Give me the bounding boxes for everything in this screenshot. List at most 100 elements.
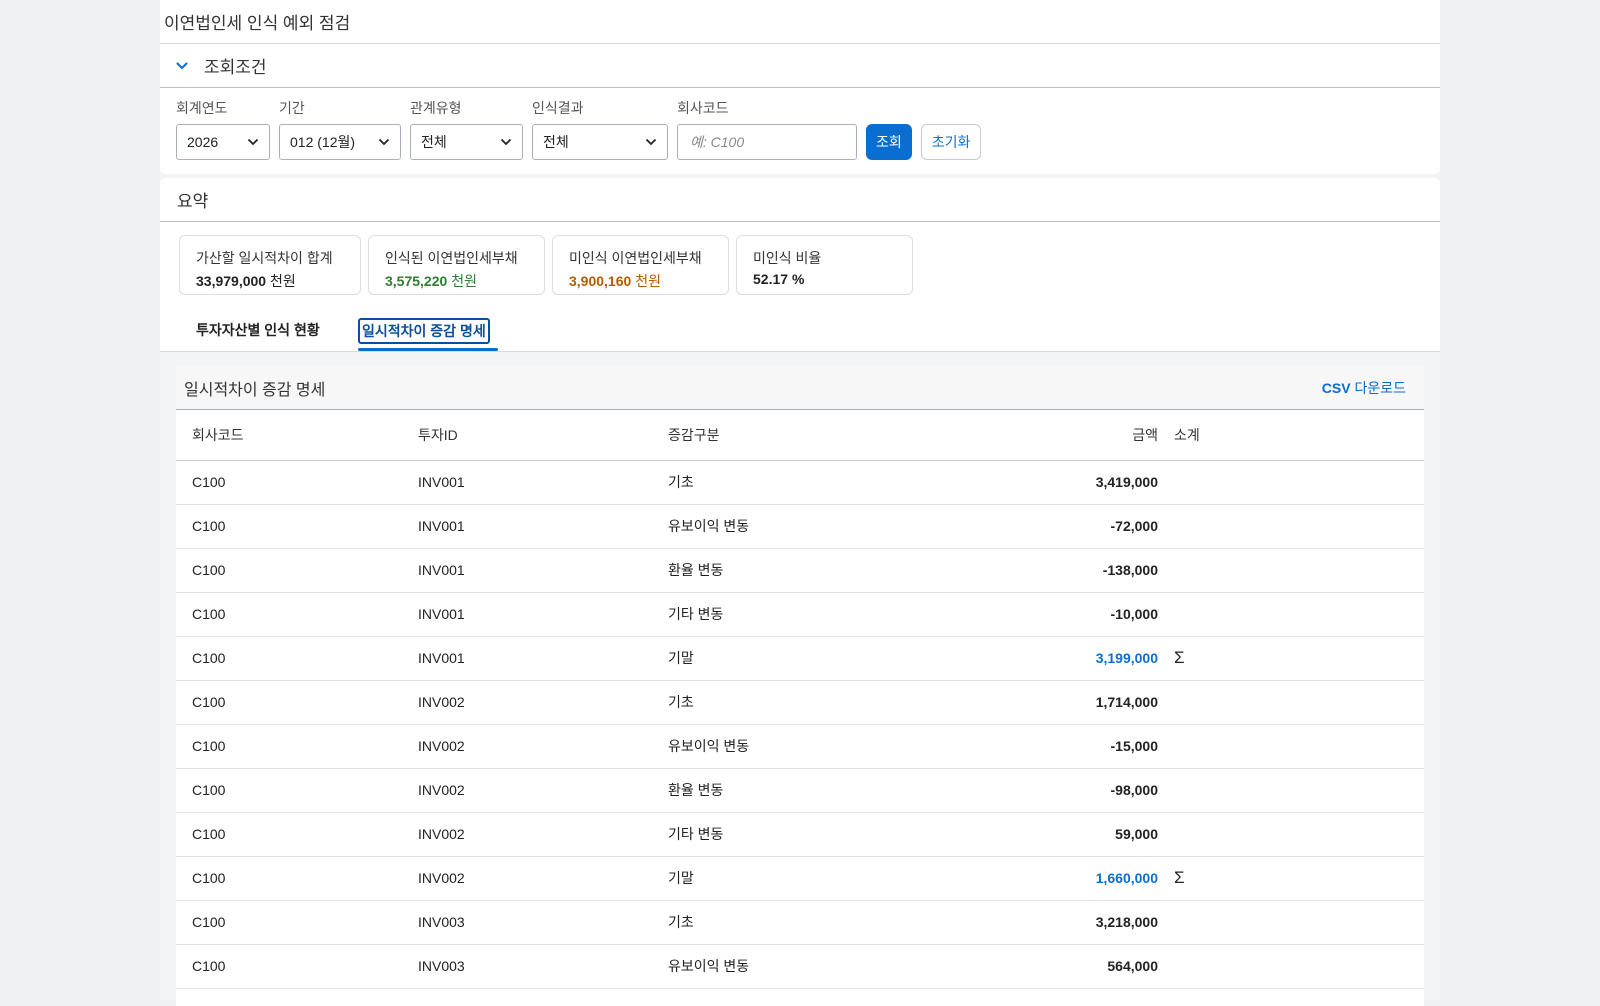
cell-amount: 1,714,000: [918, 680, 1158, 725]
kpi-card-recognized-liability: 인식된 이연법인세부채 3,575,220 천원: [368, 235, 545, 295]
cell-subtotal: [1158, 944, 1424, 989]
col-investment-id[interactable]: 투자ID: [418, 410, 668, 461]
tab-temp-diff-detail[interactable]: 일시적차이 증감 명세: [358, 318, 490, 344]
sigma-icon: Σ: [1174, 868, 1185, 887]
table-title: 일시적차이 증감 명세: [184, 381, 326, 399]
cell-change-type: 기말: [668, 636, 918, 681]
cell-subtotal: [1158, 504, 1424, 549]
table-row[interactable]: C100 INV002 기말 1,660,000 Σ: [176, 856, 1424, 901]
cell-investment-id: INV001: [418, 460, 668, 505]
tab-investment-status[interactable]: 투자자산별 인식 현황: [196, 320, 320, 340]
filters-panel-label: 조회조건: [204, 58, 267, 77]
cell-change-type: 기초: [668, 680, 918, 725]
cell-amount: -138,000: [918, 548, 1158, 593]
table-row[interactable]: C100 INV003 유보이익 변동 564,000: [176, 944, 1424, 989]
kpi-value: 3,900,160: [569, 273, 632, 289]
chevron-down-icon[interactable]: [176, 60, 188, 72]
relation-label: 관계유형: [410, 100, 462, 116]
cell-company: C100: [176, 680, 418, 725]
kpi-value-line: 33,979,000 천원: [196, 271, 344, 291]
cell-change-type: 기말: [668, 856, 918, 901]
cell-company: C100: [176, 548, 418, 593]
company-code-input[interactable]: 예: C100: [677, 124, 857, 160]
table-row[interactable]: C100 INV001 기말 3,199,000 Σ: [176, 636, 1424, 681]
kpi-value: 3,575,220: [385, 273, 448, 289]
cell-company: C100: [176, 724, 418, 769]
cell-investment-id: INV001: [418, 592, 668, 637]
table-row[interactable]: C100 INV001 환율 변동 -138,000: [176, 548, 1424, 593]
filter-bar: 회계연도 2026 기간 012 (12월) 관계유형 전체 인식결과 전체 회…: [160, 88, 1440, 174]
col-subtotal[interactable]: 소계: [1158, 410, 1424, 461]
cell-amount: 3,218,000: [918, 900, 1158, 945]
cell-change-type: 기초: [668, 460, 918, 505]
table-row[interactable]: C100 INV002 환율 변동 -98,000: [176, 768, 1424, 813]
kpi-value: 52.17: [753, 271, 789, 287]
table-row[interactable]: C100 INV001 기타 변동 -10,000: [176, 592, 1424, 637]
cell-company: C100: [176, 504, 418, 549]
cell-change-type: 기타 변동: [668, 812, 918, 857]
cell-investment-id: INV003: [418, 900, 668, 945]
relation-select[interactable]: 전체: [410, 124, 523, 160]
kpi-value-line: 3,900,160 천원: [569, 271, 712, 291]
cell-change-type: 유보이익 변동: [668, 724, 918, 769]
cell-change-type: 유보이익 변동: [668, 944, 918, 989]
period-value: 012 (12월): [290, 134, 356, 150]
filters-panel-header[interactable]: 조회조건: [160, 44, 1440, 88]
period-label: 기간: [279, 100, 305, 116]
year-select[interactable]: 2026: [176, 124, 270, 160]
kpi-unit: 천원: [269, 273, 296, 289]
result-filter: 인식결과 전체: [532, 98, 668, 160]
kpi-unit: 천원: [635, 273, 661, 289]
period-filter: 기간 012 (12월): [279, 98, 401, 160]
cell-amount: 564,000: [918, 944, 1158, 989]
cell-amount: 3,199,000: [918, 636, 1158, 681]
cell-investment-id: INV001: [418, 636, 668, 681]
cell-subtotal: [1158, 460, 1424, 505]
cell-investment-id: INV002: [418, 856, 668, 901]
cell-change-type: 기초: [668, 900, 918, 945]
period-select[interactable]: 012 (12월): [279, 124, 401, 160]
cell-change-type: 환율 변동: [668, 548, 918, 593]
cell-subtotal: [1158, 900, 1424, 945]
table-row[interactable]: C100 INV001 기초 3,419,000: [176, 460, 1424, 505]
cell-amount: -10,000: [918, 592, 1158, 637]
kpi-title: 인식된 이연법인세부채: [385, 250, 518, 266]
col-amount[interactable]: 금액: [918, 410, 1158, 461]
table-toolbar: 일시적차이 증감 명세 CSV 다운로드: [176, 366, 1424, 410]
cell-subtotal: Σ: [1158, 856, 1424, 901]
reset-button[interactable]: 초기화: [920, 124, 982, 160]
kpi-title: 가산할 일시적차이 합계: [196, 250, 333, 266]
table-row[interactable]: C100 INV003 기초 3,218,000: [176, 900, 1424, 945]
kpi-value-line: 52.17 %: [753, 271, 896, 287]
summary-cards: 가산할 일시적차이 합계 33,979,000 천원 인식된 이연법인세부채 3…: [160, 222, 1440, 308]
table-row[interactable]: C100 INV002 유보이익 변동 -15,000: [176, 724, 1424, 769]
cell-subtotal: [1158, 592, 1424, 637]
col-company[interactable]: 회사코드: [176, 410, 418, 461]
cell-amount: 3,419,000: [918, 460, 1158, 505]
search-button[interactable]: 조회: [866, 124, 912, 160]
cell-company: C100: [176, 812, 418, 857]
csv-suffix: 다운로드: [1354, 379, 1406, 396]
cell-company: C100: [176, 768, 418, 813]
result-value: 전체: [543, 134, 569, 150]
csv-download-link[interactable]: CSV 다운로드: [1322, 378, 1406, 398]
relation-value: 전체: [421, 134, 447, 150]
table-row[interactable]: C100 INV002 기타 변동 59,000: [176, 812, 1424, 857]
table-body: C100 INV001 기초 3,419,000 C100 INV001 유보이익 변동 -7…: [176, 460, 1424, 989]
page-title: 이연법인세 인식 예외 점검: [164, 14, 351, 33]
year-value: 2026: [187, 134, 219, 150]
cell-change-type: 유보이익 변동: [668, 504, 918, 549]
kpi-title: 미인식 비율: [753, 250, 822, 266]
table-header-row: 회사코드 투자ID 증감구분 금액 소계: [176, 410, 1424, 461]
table-row[interactable]: C100 INV001 유보이익 변동 -72,000: [176, 504, 1424, 549]
chevron-down-icon: [247, 138, 259, 146]
csv-prefix: CSV: [1321, 379, 1351, 396]
sigma-icon: Σ: [1174, 648, 1185, 667]
cell-company: C100: [176, 592, 418, 637]
result-select[interactable]: 전체: [532, 124, 668, 160]
table-row[interactable]: C100 INV002 기초 1,714,000: [176, 680, 1424, 725]
kpi-unit: 천원: [451, 273, 477, 289]
kpi-value-line: 3,575,220 천원: [385, 271, 528, 291]
year-label: 회계연도: [176, 100, 228, 116]
col-change-type[interactable]: 증감구분: [668, 410, 918, 461]
